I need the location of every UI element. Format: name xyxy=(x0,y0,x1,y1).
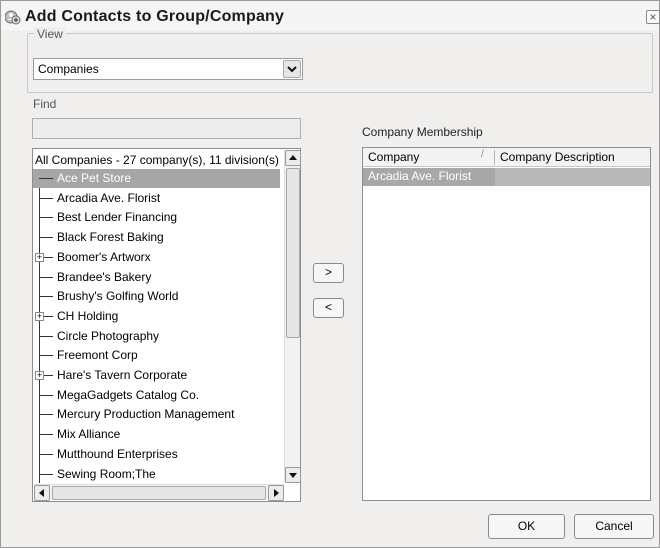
tree-item-label: Sewing Room;The xyxy=(57,466,156,481)
contacts-group-icon xyxy=(5,10,21,25)
tree-item-label: Freemont Corp xyxy=(57,348,138,363)
tree-connector xyxy=(39,453,53,455)
cancel-button[interactable]: Cancel xyxy=(574,514,654,539)
tree-item-label: Mix Alliance xyxy=(57,427,121,442)
tree-item[interactable]: Mutthound Enterprises xyxy=(33,445,280,464)
tree-item[interactable]: Best Lender Financing xyxy=(33,208,280,227)
tree-item-label: Arcadia Ave. Florist xyxy=(57,190,161,205)
ok-button[interactable]: OK xyxy=(488,514,565,539)
column-header-company-description[interactable]: Company Description xyxy=(495,148,650,167)
tree-item[interactable]: Ace Pet Store xyxy=(33,169,280,188)
tree-connector xyxy=(39,237,53,239)
add-contacts-dialog: Add Contacts to Group/Company × View Com… xyxy=(0,0,660,548)
tree-connector xyxy=(39,197,53,199)
tree-connector xyxy=(39,394,53,396)
tree-item-label: Circle Photography xyxy=(57,328,160,343)
tree-connector xyxy=(39,178,53,179)
tree-item[interactable]: MegaGadgets Catalog Co. xyxy=(33,386,280,405)
tree-connector xyxy=(39,434,53,436)
expand-icon[interactable]: + xyxy=(35,252,44,262)
membership-grid[interactable]: Company / Company Description Arcadia Av… xyxy=(362,147,651,501)
add-to-membership-button[interactable]: > xyxy=(313,263,344,283)
window-title: Add Contacts to Group/Company xyxy=(25,8,285,25)
arrow-up-icon xyxy=(289,155,297,160)
tree-connector xyxy=(39,414,53,416)
vertical-scroll-thumb[interactable] xyxy=(286,168,300,338)
tree-item-label: Mercury Production Management xyxy=(57,407,235,422)
tree-item-label: Brandee's Bakery xyxy=(57,269,152,284)
view-label: View xyxy=(34,27,66,41)
tree-connector xyxy=(39,276,53,278)
cell-company-description xyxy=(495,168,650,186)
tree-item-label: Black Forest Baking xyxy=(57,230,164,245)
tree-item[interactable]: + Boomer's Artworx xyxy=(33,248,280,267)
tree-item-label: Boomer's Artworx xyxy=(57,249,151,264)
company-membership-label: Company Membership xyxy=(362,125,483,139)
tree-connector xyxy=(39,335,53,337)
tree-connector xyxy=(39,473,53,475)
tree-item[interactable]: Sewing Room;The xyxy=(33,465,280,484)
tree-item[interactable]: Circle Photography xyxy=(33,327,280,346)
tree-connector xyxy=(39,217,53,219)
scroll-up-button[interactable] xyxy=(285,150,301,166)
tree-connector xyxy=(39,355,53,357)
close-button[interactable]: × xyxy=(646,10,660,24)
scroll-right-button[interactable] xyxy=(268,485,284,501)
horizontal-scrollbar[interactable] xyxy=(34,484,284,501)
tree-item[interactable]: Brushy's Golfing World xyxy=(33,287,280,306)
expand-icon[interactable]: + xyxy=(35,371,44,380)
tree-root-label[interactable]: All Companies - 27 company(s), 11 divisi… xyxy=(35,153,279,167)
scroll-down-button[interactable] xyxy=(285,467,301,483)
horizontal-scroll-thumb[interactable] xyxy=(52,486,266,500)
tree-item[interactable]: Brandee's Bakery xyxy=(33,268,280,287)
chevron-down-icon xyxy=(287,66,297,73)
tree-item[interactable]: Freemont Corp xyxy=(33,346,280,365)
arrow-down-icon xyxy=(289,473,297,478)
tree-item-label: Brushy's Golfing World xyxy=(57,289,179,304)
tree-item-label: Best Lender Financing xyxy=(57,210,178,225)
tree-item[interactable]: + CH Holding xyxy=(33,307,280,326)
column-header-company[interactable]: Company xyxy=(363,148,493,167)
vertical-scrollbar[interactable] xyxy=(284,150,301,483)
find-label: Find xyxy=(33,97,57,111)
remove-from-membership-button[interactable]: < xyxy=(313,298,344,318)
find-input[interactable] xyxy=(32,118,301,139)
dropdown-button[interactable] xyxy=(283,60,301,78)
title-bar[interactable]: Add Contacts to Group/Company × xyxy=(1,1,660,31)
tree-item-label: Mutthound Enterprises xyxy=(57,446,178,461)
view-dropdown[interactable]: Companies xyxy=(33,58,303,80)
arrow-right-icon xyxy=(274,489,279,497)
companies-tree[interactable]: All Companies - 27 company(s), 11 divisi… xyxy=(32,148,301,502)
tree-item-label: Hare's Tavern Corporate xyxy=(57,368,188,382)
tree-item[interactable]: + Hare's Tavern Corporate xyxy=(33,366,280,385)
tree-item[interactable]: Arcadia Ave. Florist xyxy=(33,189,280,208)
tree-item-label: Ace Pet Store xyxy=(57,171,132,185)
cell-company: Arcadia Ave. Florist xyxy=(368,169,472,183)
tree-connector xyxy=(39,296,53,298)
tree-item-label: CH Holding xyxy=(57,308,119,323)
tree-item[interactable]: Mercury Production Management xyxy=(33,405,280,424)
arrow-left-icon xyxy=(39,489,44,497)
scroll-left-button[interactable] xyxy=(34,485,50,501)
tree-item-label: MegaGadgets Catalog Co. xyxy=(57,387,200,402)
expand-icon[interactable]: + xyxy=(35,311,44,321)
table-row[interactable]: Arcadia Ave. Florist xyxy=(363,168,650,186)
tree-item[interactable]: Black Forest Baking xyxy=(33,228,280,247)
tree-item[interactable]: Mix Alliance xyxy=(33,425,280,444)
grid-header: Company / Company Description xyxy=(363,148,650,167)
view-dropdown-value: Companies xyxy=(38,62,99,76)
sort-icon: / xyxy=(481,149,484,160)
